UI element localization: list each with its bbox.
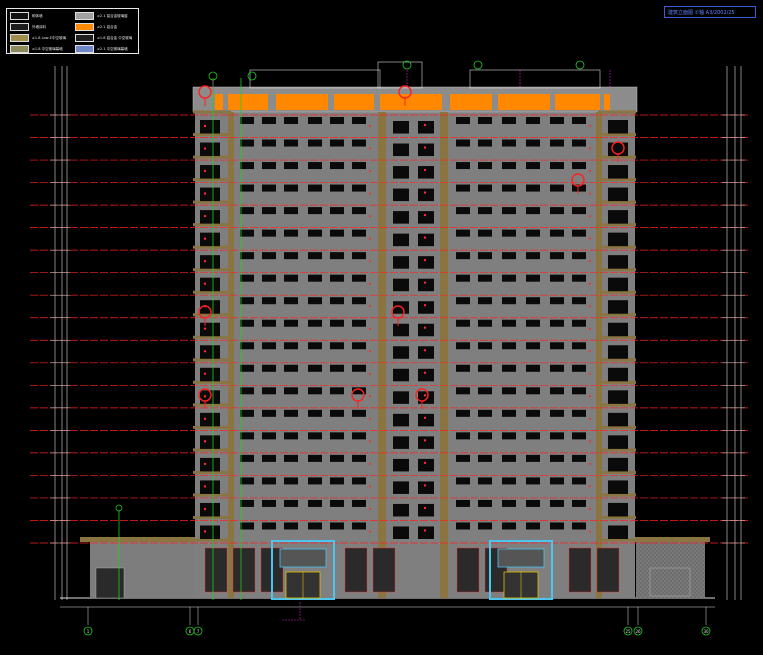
legend-label: ≥1.8 中空玻璃幕墙 — [32, 47, 63, 51]
legend-item: 砌体墙 — [10, 12, 43, 20]
legend-item: ≥1.8 铝合金 中空玻璃 — [75, 34, 132, 42]
legend-label: ≥2.1 铝合金 — [97, 25, 118, 29]
legend-label: 砌体墙 — [32, 14, 43, 18]
legend-item: ≥1.8 中空玻璃幕墙 — [10, 45, 63, 53]
title-block: 建筑立面图 ①轴 A3/2002/25 — [664, 6, 756, 18]
legend-label: ≥2.1 铝合金玻璃窗 — [97, 14, 128, 18]
legend-label: ≥2.1 中空玻璃幕墙 — [97, 47, 128, 51]
legend-swatch — [75, 23, 94, 31]
legend-item: 外墙涂料 — [10, 23, 46, 31]
legend-swatch — [75, 34, 94, 42]
legend-swatch — [75, 45, 94, 53]
legend-item: ≥2.1 铝合金玻璃窗 — [75, 12, 128, 20]
legend-item: ≥1.8 Low-E中空玻璃 — [10, 34, 66, 42]
legend-item: ≥2.1 铝合金 — [75, 23, 117, 31]
legend-item: ≥2.1 中空玻璃幕墙 — [75, 45, 128, 53]
legend-swatch — [10, 23, 29, 31]
legend-swatch — [10, 34, 29, 42]
elevation-drawing: 1 6 7 25 26 30 砌体墙 ≥2.1 铝合金玻璃窗外墙涂料 ≥2.1 铝合金≥1.8… — [6, 6, 756, 636]
legend-box: 砌体墙 ≥2.1 铝合金玻璃窗外墙涂料 ≥2.1 铝合金 ≥1.8 Low-E中空玻璃… — [6, 8, 139, 54]
legend-label: ≥1.8 铝合金 中空玻璃 — [97, 36, 133, 40]
legend-label: ≥1.8 Low-E中空玻璃 — [32, 36, 66, 40]
legend-swatch — [75, 12, 94, 20]
legend-swatch — [10, 12, 29, 20]
legend-label: 外墙涂料 — [32, 25, 46, 29]
legend-swatch — [10, 45, 29, 53]
